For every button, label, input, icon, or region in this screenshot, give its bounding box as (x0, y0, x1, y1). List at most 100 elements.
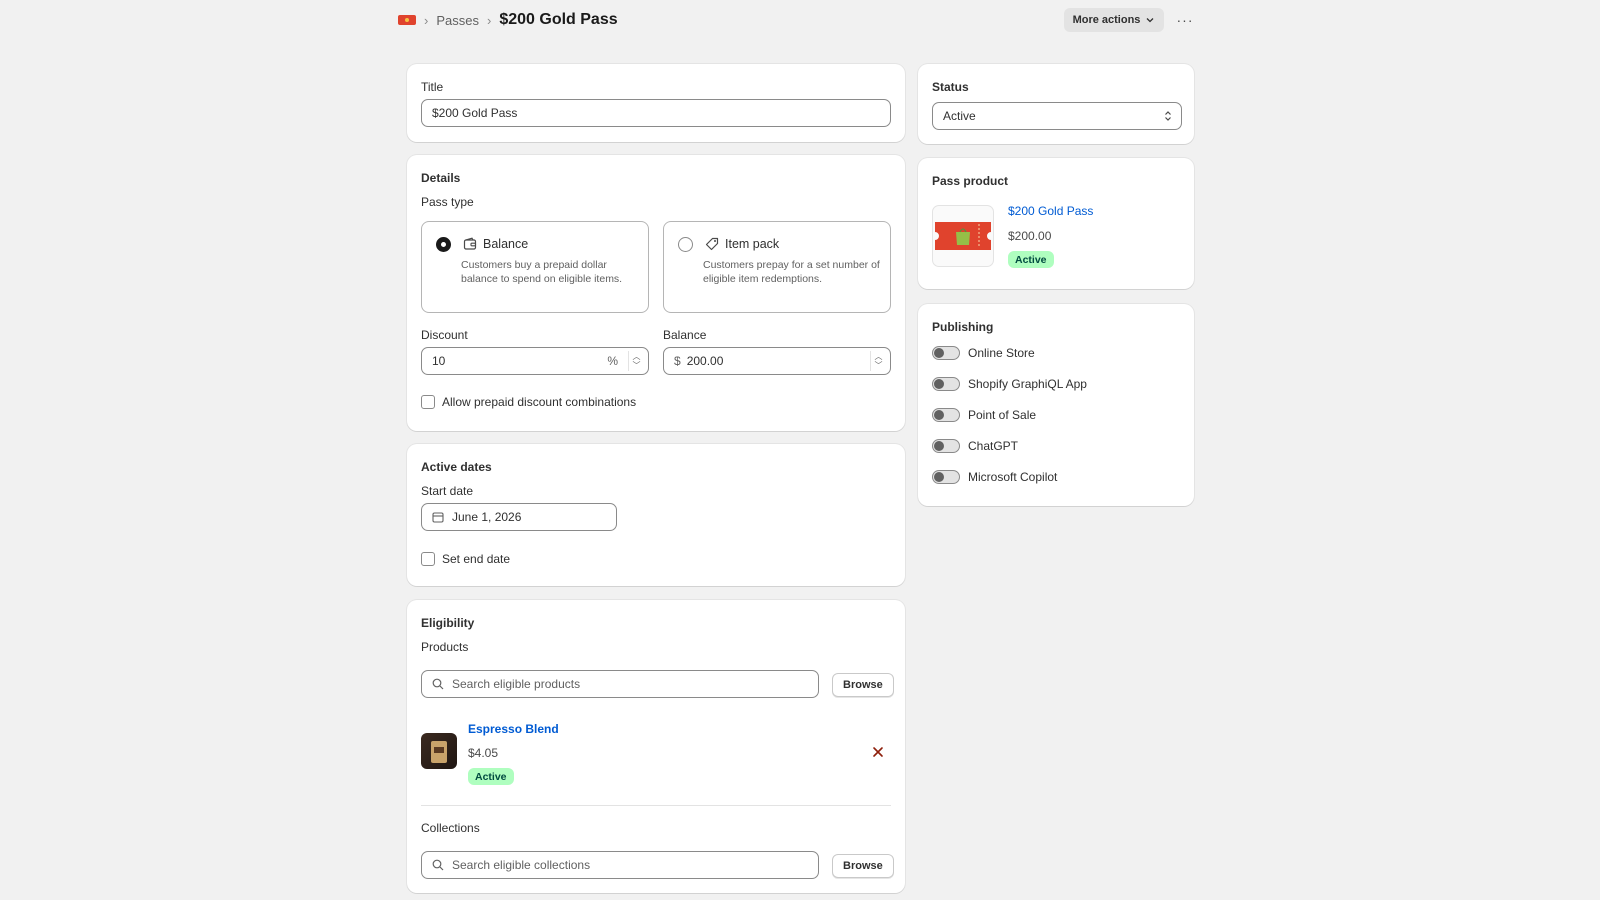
balance-label: Balance (663, 328, 707, 342)
channel-label: ChatGPT (968, 439, 1019, 453)
title-label: Title (421, 80, 444, 94)
details-card: Details Pass type Balance Customers buy … (407, 155, 905, 431)
channel-shopify-graphiql-app[interactable]: Shopify GraphiQL App (932, 377, 1087, 391)
channel-label: Online Store (968, 346, 1035, 360)
allow-combinations-row[interactable]: Allow prepaid discount combinations (421, 395, 636, 409)
microsoft-copilot-toggle[interactable] (932, 470, 960, 484)
pass-product-card: Pass product $200 Gold Pass $200.00 Acti… (918, 158, 1194, 289)
balance-input[interactable] (686, 354, 866, 368)
balance-option-title: Balance (483, 237, 529, 251)
browse-products-button[interactable]: Browse (832, 673, 894, 697)
increment-icon[interactable]: ︿ (633, 352, 641, 361)
select-chevrons-icon (1165, 111, 1171, 121)
balance-radio[interactable] (436, 237, 451, 252)
pass-product-price: $200.00 (1008, 229, 1052, 243)
item-pack-option-title: Item pack (725, 237, 780, 251)
channel-label: Point of Sale (968, 408, 1037, 422)
discount-input[interactable] (432, 354, 592, 368)
pass-product-thumbnail (932, 205, 994, 267)
status-select-value: Active (943, 109, 976, 123)
store-flag-icon[interactable] (398, 15, 416, 25)
details-heading: Details (421, 171, 461, 185)
remove-icon[interactable] (872, 746, 884, 758)
publishing-card: Publishing Online Store Shopify GraphiQL… (918, 304, 1194, 506)
status-heading: Status (932, 80, 969, 94)
dollar-prefix: $ (674, 354, 681, 368)
collections-search-field[interactable] (421, 851, 819, 879)
balance-field[interactable]: $ ︿﹀ (663, 347, 891, 375)
calendar-icon (432, 512, 444, 523)
status-select[interactable]: Active (932, 102, 1182, 130)
channel-microsoft-copilot[interactable]: Microsoft Copilot (932, 470, 1057, 484)
online-store-toggle[interactable] (932, 346, 960, 360)
channel-chatgpt[interactable]: ChatGPT (932, 439, 1018, 453)
eligibility-heading: Eligibility (421, 616, 475, 630)
item-pack-radio[interactable] (678, 237, 693, 252)
products-search-field[interactable] (421, 670, 819, 698)
ellipsis-icon: ··· (1176, 12, 1194, 28)
channel-online-store[interactable]: Online Store (932, 346, 1035, 360)
channel-point-of-sale[interactable]: Point of Sale (932, 408, 1036, 422)
set-end-date-row[interactable]: Set end date (421, 552, 510, 566)
status-card: Status Active (918, 64, 1194, 144)
chatgpt-toggle[interactable] (932, 439, 960, 453)
product-name-link[interactable]: Espresso Blend (468, 722, 559, 736)
discount-field[interactable]: % ︿﹀ (421, 347, 649, 375)
shopify-graphiql-app-toggle[interactable] (932, 377, 960, 391)
title-field[interactable] (421, 99, 891, 127)
eligibility-card: Eligibility Products Browse Espresso Ble… (407, 600, 905, 893)
increment-icon[interactable]: ︿ (875, 352, 883, 361)
decrement-icon[interactable]: ﹀ (633, 361, 641, 370)
products-search-input[interactable] (452, 677, 808, 691)
start-date-field[interactable] (421, 503, 617, 531)
search-icon (432, 678, 444, 690)
active-dates-heading: Active dates (421, 460, 492, 474)
set-end-date-checkbox[interactable] (421, 552, 435, 566)
more-actions-label: More actions (1072, 14, 1141, 26)
item-pack-option-description: Customers prepay for a set number of eli… (703, 259, 880, 285)
pass-type-item-pack-option[interactable]: Item pack Customers prepay for a set num… (663, 221, 891, 313)
decrement-icon[interactable]: ﹀ (875, 361, 883, 370)
collections-label: Collections (421, 821, 480, 835)
product-thumbnail (421, 733, 457, 769)
title-card: Title (407, 64, 905, 142)
discount-stepper[interactable]: ︿ ﹀ (628, 351, 644, 371)
tag-icon (705, 237, 719, 251)
wallet-icon (463, 237, 477, 250)
discount-label: Discount (421, 328, 468, 342)
chevron-down-icon (1146, 18, 1154, 23)
publishing-heading: Publishing (932, 320, 994, 334)
browse-collections-button[interactable]: Browse (832, 854, 894, 878)
pass-product-name-link[interactable]: $200 Gold Pass (1008, 204, 1093, 218)
collections-search-input[interactable] (452, 858, 808, 872)
breadcrumb-passes[interactable]: Passes (436, 13, 479, 28)
overflow-menu-button[interactable]: ··· (1173, 8, 1197, 32)
more-actions-button[interactable]: More actions (1064, 8, 1164, 32)
eligibility-divider (421, 805, 891, 806)
search-icon (432, 859, 444, 871)
channel-label: Shopify GraphiQL App (968, 377, 1087, 391)
chevron-right-icon: › (486, 12, 492, 28)
ticket-icon (935, 222, 991, 250)
active-dates-card: Active dates Start date Set end date (407, 444, 905, 586)
balance-stepper[interactable]: ︿ ﹀ (870, 351, 886, 371)
pass-type-balance-option[interactable]: Balance Customers buy a prepaid dollar b… (421, 221, 649, 313)
pass-product-status-badge: Active (1008, 251, 1054, 268)
title-input[interactable] (432, 106, 880, 120)
pass-type-label: Pass type (421, 195, 474, 209)
pass-product-heading: Pass product (932, 174, 1009, 188)
allow-combinations-checkbox[interactable] (421, 395, 435, 409)
breadcrumb: › Passes › $200 Gold Pass (398, 8, 618, 32)
page-header: › Passes › $200 Gold Pass More actions ·… (398, 8, 1194, 44)
products-label: Products (421, 640, 469, 654)
channel-label: Microsoft Copilot (968, 470, 1058, 484)
start-date-input[interactable] (452, 510, 606, 524)
balance-option-description: Customers buy a prepaid dollar balance t… (461, 259, 623, 285)
product-price: $4.05 (468, 746, 499, 760)
set-end-date-label: Set end date (442, 552, 511, 566)
chevron-right-icon: › (424, 12, 429, 28)
page-title: $200 Gold Pass (499, 11, 618, 28)
product-status-badge: Active (468, 768, 514, 785)
start-date-label: Start date (421, 484, 474, 498)
point-of-sale-toggle[interactable] (932, 408, 960, 422)
